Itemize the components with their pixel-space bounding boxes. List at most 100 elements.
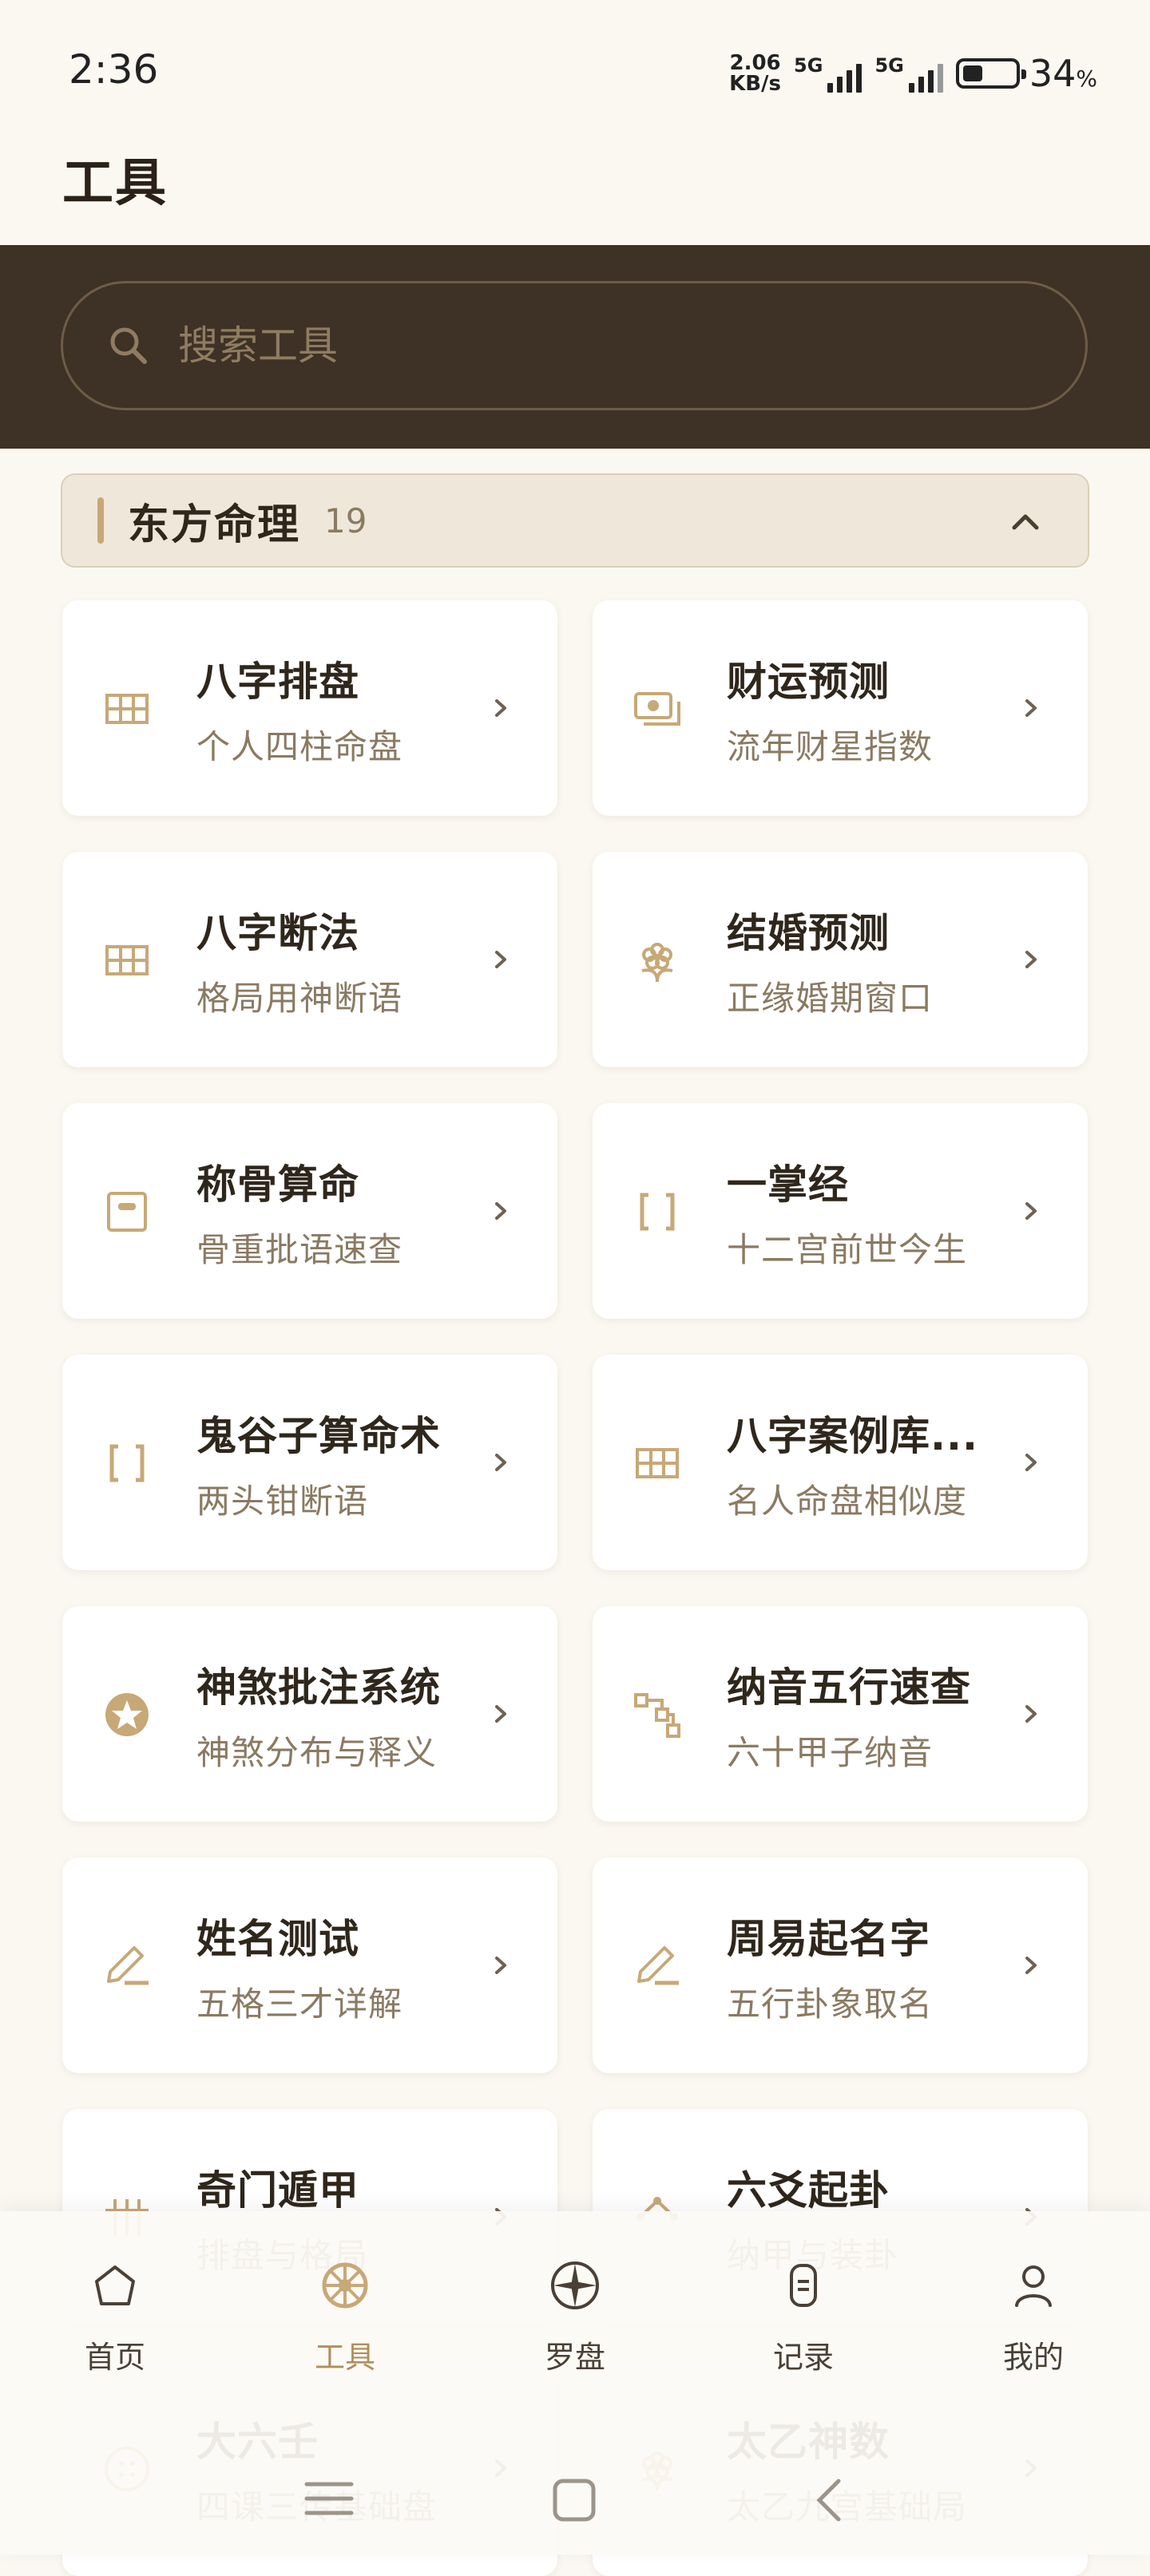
tool-title: 一掌经 [727,1161,849,1208]
tool-subtitle: 五行卦象取名 [727,1984,934,2024]
tool-subtitle: 骨重批语速查 [196,1230,403,1269]
speed-value: 2.06 [729,51,781,75]
pen-icon [107,1946,149,1985]
tool-card[interactable]: 财运预测流年财星指数 [593,600,1088,816]
record-icon [790,2264,817,2307]
tool-card[interactable]: 鬼谷子算命术两头钳断语 [62,1355,557,1570]
tool-card[interactable]: 一掌经十二宫前世今生 [593,1103,1088,1319]
home-gesture-icon [553,2479,596,2522]
tool-card[interactable]: 姓名测试 五格三才详解 [62,1858,557,2073]
tool-card[interactable]: 八字案例库... 名人命盘相似度 [593,1355,1088,1570]
battery-indicator: 34% [955,52,1097,95]
signal-bars-icon [908,61,943,93]
chevron-right-icon [495,1454,506,1471]
scale-icon [107,1192,147,1232]
nav-label: 罗盘 [544,2340,605,2375]
pen-icon [637,1946,679,1985]
money-icon [634,692,680,726]
tool-title: 八字断法 [196,910,359,956]
nav-label: 我的 [1002,2340,1064,2375]
tool-title: 纳音五行速查 [727,1664,971,1711]
battery-percent: 34% [1029,52,1097,95]
tool-title: 八字案例库... [727,1413,978,1459]
tool-title: 称骨算命 [196,1161,359,1208]
compass-icon [551,2261,599,2309]
chevron-right-icon [1025,1202,1037,1220]
nav-label: 工具 [314,2340,375,2375]
bracket-icon [109,1444,145,1482]
search-input[interactable] [176,322,978,370]
speed-unit: KB/s [729,72,782,96]
nav-profile[interactable]: 我的 [954,2257,1113,2401]
search-box[interactable] [61,281,1088,410]
search-icon [110,327,147,364]
status-bar: 2:36 2.06 KB/s 5G 5G 34% [0,0,1150,136]
nav-tools[interactable]: 工具 [265,2257,425,2401]
category-header[interactable]: 东方命理 19 [61,473,1089,568]
tool-title: 周易起名字 [727,1916,930,1962]
tool-subtitle: 名人命盘相似度 [727,1482,968,1521]
chevron-right-icon [1025,699,1037,717]
chevron-right-icon [495,951,506,968]
tool-title: 鬼谷子算命术 [196,1413,441,1459]
network-type-2: 5G [874,54,904,77]
chevron-right-icon [495,699,506,717]
menu-gesture-icon [304,2482,354,2515]
star-icon [105,1693,149,1736]
tool-subtitle: 六十甲子纳音 [727,1733,934,1772]
chevron-right-icon [1025,951,1037,968]
nav-records[interactable]: 记录 [724,2257,883,2401]
nav-label: 首页 [84,2340,145,2375]
nav-home[interactable]: 首页 [35,2257,195,2401]
tool-subtitle: 神煞分布与释义 [196,1733,438,1772]
network-type-1: 5G [794,54,823,77]
tool-subtitle: 流年财星指数 [727,727,934,766]
chevron-up-icon[interactable] [1008,504,1043,539]
signal-bars-icon [827,61,862,93]
nav-label: 记录 [772,2340,834,2375]
search-band [0,245,1150,449]
system-gesture-bar [304,2479,841,2522]
tool-card[interactable]: 神煞批注系统神煞分布与释义 [62,1606,557,1822]
tool-card[interactable]: 结婚预测 正缘婚期窗口 [593,852,1088,1067]
tool-card[interactable]: 称骨算命骨重批语速查 [62,1103,557,1319]
signal-2: 5G [874,54,943,93]
tool-card[interactable]: 纳音五行速查六十甲子纳音 [593,1606,1088,1822]
flower-icon [641,943,673,983]
grid-icon [105,945,149,975]
home-icon [95,2265,135,2305]
tool-card[interactable]: 八字排盘个人四柱命盘 [62,600,557,816]
status-indicators: 2.06 KB/s 5G 5G 34% [729,49,1097,97]
status-time: 2:36 [69,46,159,93]
page-title: 工具 [62,154,168,213]
tool-card[interactable]: 八字断法格局用神断语 [62,852,557,1067]
nav-compass[interactable]: 罗盘 [495,2257,655,2401]
chevron-right-icon [495,1705,506,1723]
tool-subtitle: 十二宫前世今生 [727,1230,968,1269]
category-count: 19 [324,501,367,540]
chevron-right-icon [495,1957,506,1974]
tool-subtitle: 个人四柱命盘 [196,727,403,766]
tool-title: 神煞批注系统 [196,1664,441,1711]
tool-title: 奇门遁甲 [196,2167,359,2214]
grid-icon [105,694,149,724]
category-accent-bar [97,497,104,544]
category-name: 东方命理 [128,501,301,549]
tool-subtitle: 格局用神断语 [196,979,403,1018]
tool-title: 财运预测 [727,659,890,705]
chevron-right-icon [495,1202,506,1220]
network-speed: 2.06 KB/s [729,53,781,94]
chevron-right-icon [1025,1705,1037,1723]
user-icon [1015,2265,1052,2307]
chevron-right-icon [1025,1957,1037,1974]
grid-icon [636,1448,679,1478]
tool-subtitle: 五格三才详解 [196,1984,403,2024]
tool-subtitle: 正缘婚期窗口 [727,979,934,1018]
battery-icon [955,58,1026,89]
wheel-icon [322,2262,368,2309]
back-gesture-icon [816,2479,841,2522]
tool-subtitle: 两头钳断语 [196,1482,369,1521]
tool-title: 六爻起卦 [727,2167,890,2214]
tool-title: 八字排盘 [196,659,359,705]
tool-card[interactable]: 周易起名字五行卦象取名 [593,1858,1088,2073]
